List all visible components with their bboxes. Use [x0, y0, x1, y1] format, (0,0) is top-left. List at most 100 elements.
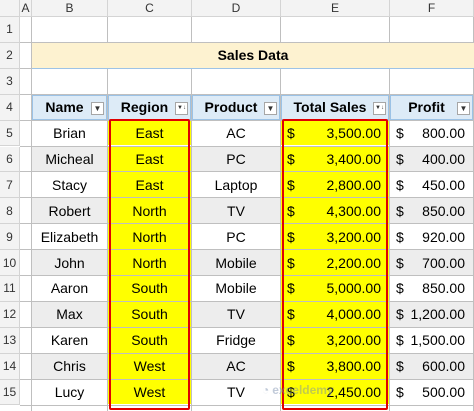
row-header-3[interactable]: 3: [0, 68, 20, 95]
cell-name[interactable]: Chris: [32, 353, 107, 379]
cell-profit[interactable]: $920.00: [390, 224, 473, 250]
row-header-11[interactable]: 11: [0, 276, 20, 302]
row-header-5[interactable]: 5: [0, 120, 20, 147]
currency-symbol: $: [287, 202, 295, 219]
cell-region[interactable]: West: [108, 379, 191, 405]
cell-product[interactable]: TV: [192, 301, 280, 327]
dropdown-icon[interactable]: ▼: [457, 101, 470, 115]
cell-product[interactable]: TV: [192, 198, 280, 224]
sales-value: 4,000.00: [326, 306, 382, 323]
sales-value: 2,450.00: [326, 384, 382, 401]
profit-value: 920.00: [422, 228, 465, 245]
cell-region[interactable]: North: [108, 250, 191, 275]
currency-symbol: $: [287, 228, 295, 245]
sales-value: 3,200.00: [326, 332, 382, 349]
cell-product[interactable]: PC: [192, 224, 280, 250]
column-header-b[interactable]: B: [32, 0, 108, 17]
row-header-12[interactable]: 12: [0, 301, 20, 328]
column-header-d[interactable]: D: [192, 0, 281, 17]
sales-value: 2,200.00: [326, 254, 382, 271]
row-header-6[interactable]: 6: [0, 146, 20, 173]
row-header-4[interactable]: 4: [0, 94, 20, 121]
row-header-2[interactable]: 2: [0, 42, 20, 69]
cell-profit[interactable]: $600.00: [390, 353, 473, 379]
cell-name[interactable]: Elizabeth: [32, 224, 107, 250]
cell-region[interactable]: West: [108, 353, 191, 379]
cell-profit[interactable]: $1,200.00: [390, 301, 473, 327]
currency-symbol: $: [396, 384, 404, 401]
spreadsheet[interactable]: A B C D E F 1 2 3 4 5 6 7 8 9 10 11 12 13 14 15 Sales Data Nam…: [0, 0, 474, 411]
select-all-corner[interactable]: [0, 0, 20, 17]
cell-profit[interactable]: $450.00: [390, 172, 473, 198]
cell-profit[interactable]: $800.00: [390, 120, 473, 146]
row-header-15[interactable]: 15: [0, 379, 20, 406]
cell-region[interactable]: East: [108, 146, 191, 172]
cell-name[interactable]: Aaron: [32, 276, 107, 301]
sort-filter-icon[interactable]: ▼↓: [373, 101, 386, 115]
cell-region[interactable]: North: [108, 224, 191, 250]
currency-symbol: $: [396, 176, 404, 193]
sales-value: 4,300.00: [326, 202, 382, 219]
cell-name[interactable]: Lucy: [32, 379, 107, 405]
sales-value: 3,500.00: [326, 125, 382, 142]
row-header-10[interactable]: 10: [0, 250, 20, 276]
cell-profit[interactable]: $700.00: [390, 250, 473, 275]
cell-total-sales[interactable]: $3,200.00: [281, 224, 389, 250]
cell-name[interactable]: Karen: [32, 327, 107, 353]
sales-value: 5,000.00: [326, 280, 382, 297]
cell-product[interactable]: Mobile: [192, 276, 280, 301]
cell-product[interactable]: PC: [192, 146, 280, 172]
cell-profit[interactable]: $850.00: [390, 198, 473, 224]
cell-product[interactable]: Fridge: [192, 327, 280, 353]
grid-line: [20, 404, 474, 406]
dropdown-icon[interactable]: ▼: [264, 101, 277, 115]
cell-name[interactable]: Micheal: [32, 146, 107, 172]
cell-product[interactable]: Mobile: [192, 250, 280, 275]
cell-product[interactable]: Laptop: [192, 172, 280, 198]
cell-region[interactable]: South: [108, 327, 191, 353]
cell-product[interactable]: AC: [192, 120, 280, 146]
cell-region[interactable]: North: [108, 198, 191, 224]
cell-profit[interactable]: $400.00: [390, 146, 473, 172]
cell-total-sales[interactable]: $5,000.00: [281, 276, 389, 301]
cell-region[interactable]: East: [108, 120, 191, 146]
cell-total-sales[interactable]: $3,800.00: [281, 353, 389, 379]
currency-symbol: $: [396, 358, 404, 375]
cell-region[interactable]: East: [108, 172, 191, 198]
sort-filter-icon[interactable]: ▼↓: [175, 101, 188, 115]
cell-total-sales[interactable]: $3,200.00: [281, 327, 389, 353]
currency-symbol: $: [287, 125, 295, 142]
cell-total-sales[interactable]: $2,800.00: [281, 172, 389, 198]
cell-total-sales[interactable]: $4,000.00: [281, 301, 389, 327]
currency-symbol: $: [396, 254, 404, 271]
cell-profit[interactable]: $1,500.00: [390, 327, 473, 353]
profit-value: 700.00: [422, 254, 465, 271]
cell-name[interactable]: Brian: [32, 120, 107, 146]
row-header-13[interactable]: 13: [0, 327, 20, 354]
cell-name[interactable]: John: [32, 250, 107, 275]
cell-name[interactable]: Robert: [32, 198, 107, 224]
cell-profit[interactable]: $850.00: [390, 276, 473, 301]
row-header-14[interactable]: 14: [0, 353, 20, 380]
column-header-a[interactable]: A: [20, 0, 32, 17]
cell-region[interactable]: South: [108, 276, 191, 301]
row-header-9[interactable]: 9: [0, 224, 20, 251]
row-header-7[interactable]: 7: [0, 172, 20, 199]
row-header-1[interactable]: 1: [0, 17, 20, 43]
cell-total-sales[interactable]: $3,400.00: [281, 146, 389, 172]
sheet-title: Sales Data: [32, 42, 474, 69]
dropdown-icon[interactable]: ▼: [91, 101, 104, 115]
cell-region[interactable]: South: [108, 301, 191, 327]
cell-total-sales[interactable]: $2,200.00: [281, 250, 389, 275]
row-header-8[interactable]: 8: [0, 198, 20, 225]
cell-total-sales[interactable]: $3,500.00: [281, 120, 389, 146]
column-header-e[interactable]: E: [281, 0, 390, 17]
cell-total-sales[interactable]: $4,300.00: [281, 198, 389, 224]
column-header-f[interactable]: F: [390, 0, 474, 17]
cell-product[interactable]: AC: [192, 353, 280, 379]
column-header-c[interactable]: C: [108, 0, 192, 17]
cell-name[interactable]: Max: [32, 301, 107, 327]
cell-name[interactable]: Stacy: [32, 172, 107, 198]
cell-profit[interactable]: $500.00: [390, 379, 473, 405]
sales-value: 2,800.00: [326, 176, 382, 193]
